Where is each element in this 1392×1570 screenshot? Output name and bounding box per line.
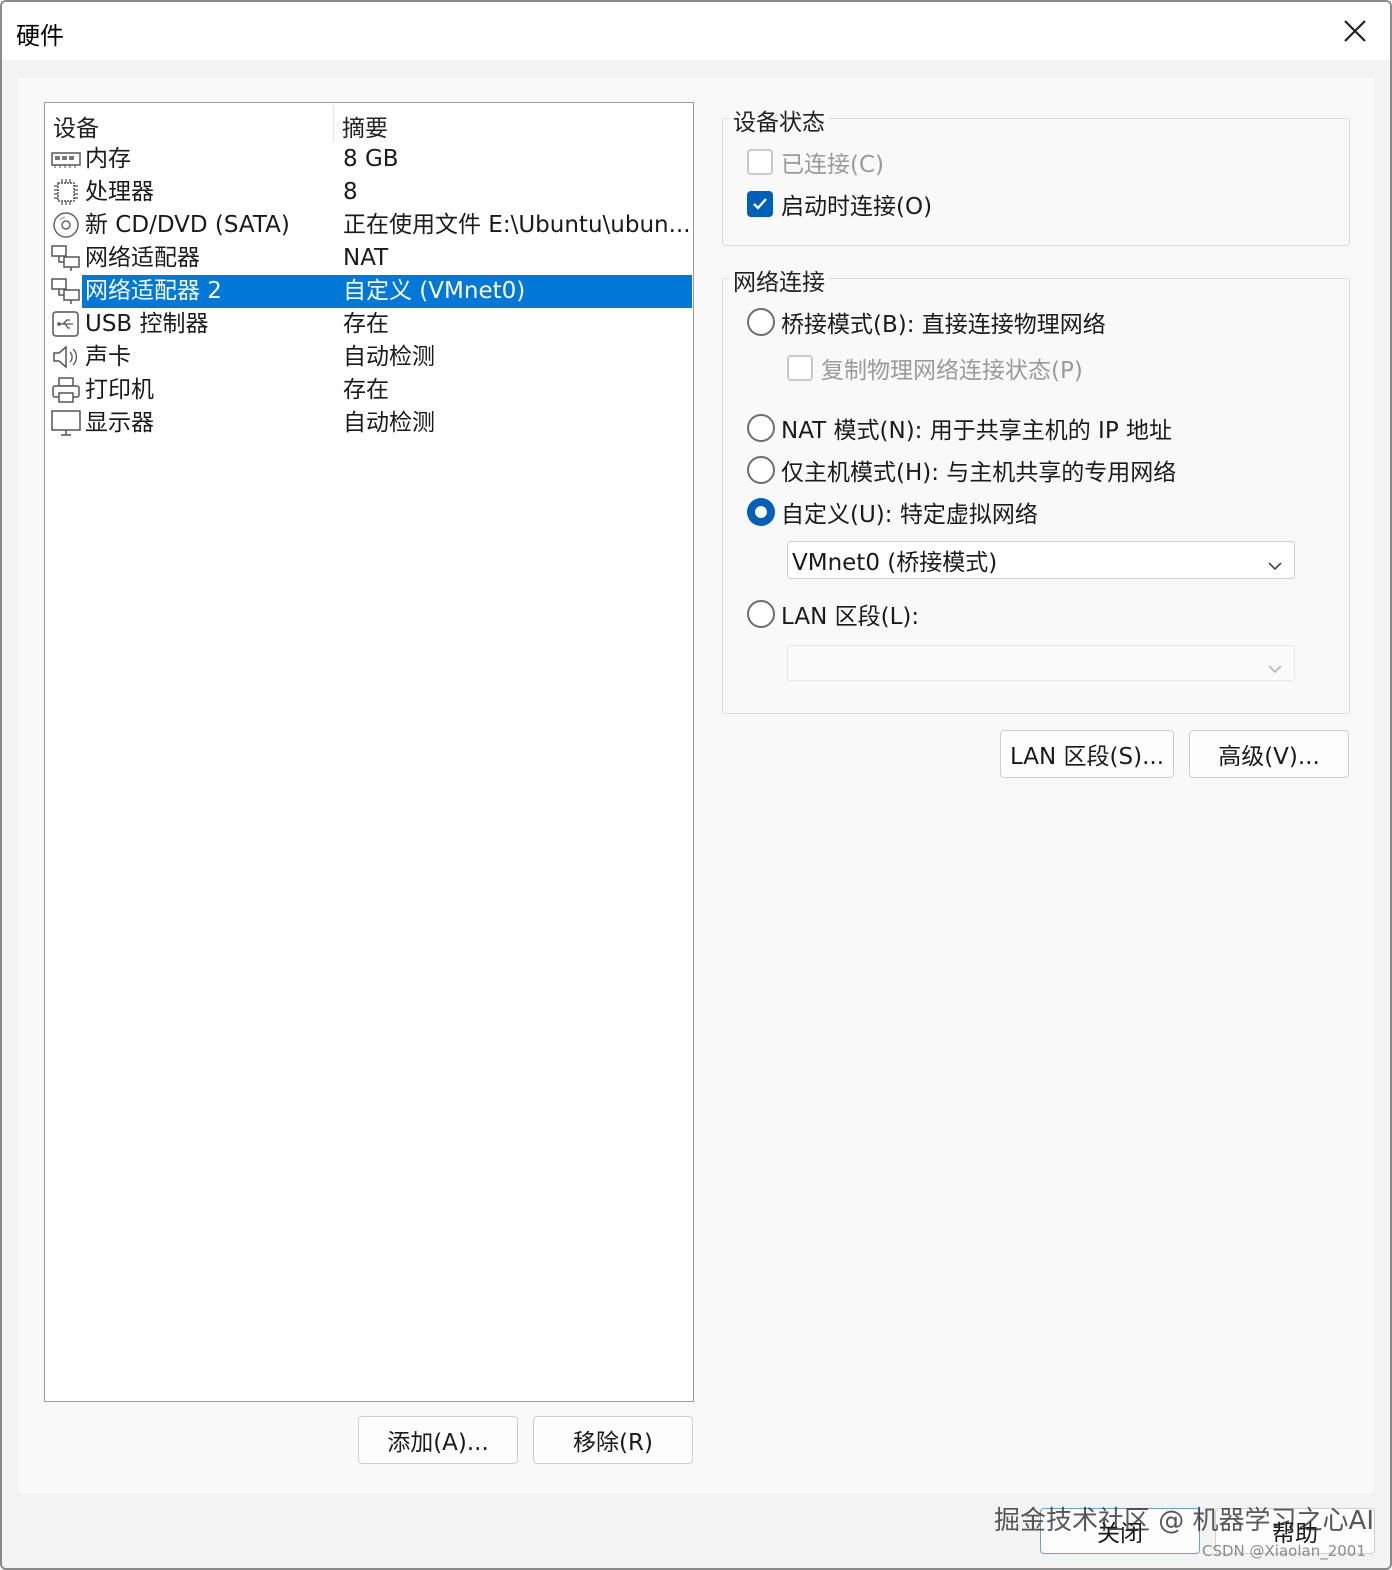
device-name: 内存 <box>85 146 131 172</box>
column-header-device[interactable]: 设备 <box>53 109 99 143</box>
remove-button[interactable]: 移除(R) <box>533 1416 693 1464</box>
connect-on-start-checkbox[interactable]: 启动时连接(O) <box>747 187 932 221</box>
connect-on-start-label: 启动时连接(O) <box>781 194 933 220</box>
connected-label: 已连接(C) <box>781 152 885 178</box>
advanced-button[interactable]: 高级(V)... <box>1189 730 1349 778</box>
connected-checkbox[interactable]: 已连接(C) <box>747 145 884 179</box>
device-summary: 自动检测 <box>343 344 435 370</box>
monitor-icon <box>51 409 81 437</box>
device-summary: 8 GB <box>343 146 399 172</box>
device-row-display[interactable]: 显示器 自动检测 <box>45 407 693 440</box>
cd-dvd-icon <box>51 211 81 239</box>
device-row-processor[interactable]: 处理器 8 <box>45 176 693 209</box>
device-name: USB 控制器 <box>85 311 209 337</box>
device-name: 声卡 <box>85 344 131 370</box>
device-row-memory[interactable]: 内存 8 GB <box>45 143 693 176</box>
device-row-cd-dvd[interactable]: 新 CD/DVD (SATA) 正在使用文件 E:\Ubuntu\ubun... <box>45 209 693 242</box>
checkbox-box <box>787 355 813 381</box>
device-name: 处理器 <box>85 179 154 205</box>
device-status-group: 设备状态 已连接(C) 启动时连接(O) <box>722 103 1350 246</box>
window-title: 硬件 <box>16 22 64 50</box>
column-divider[interactable] <box>333 105 334 141</box>
device-summary: 存在 <box>343 377 389 403</box>
device-summary: 正在使用文件 E:\Ubuntu\ubun... <box>343 212 691 238</box>
nat-radio[interactable]: NAT 模式(N): 用于共享主机的 IP 地址 <box>747 411 1172 445</box>
device-summary: NAT <box>343 245 389 271</box>
custom-label: 自定义(U): 特定虚拟网络 <box>781 502 1038 528</box>
network-adapter-icon <box>51 244 81 272</box>
radio-circle <box>747 414 775 442</box>
lan-segments-button[interactable]: LAN 区段(S)... <box>1000 730 1174 778</box>
custom-network-value: VMnet0 (桥接模式) <box>792 550 998 576</box>
lan-segment-select[interactable] <box>787 645 1295 681</box>
device-name: 网络适配器 <box>85 245 200 271</box>
replicate-state-checkbox[interactable]: 复制物理网络连接状态(P) <box>787 351 1083 385</box>
memory-icon <box>51 145 81 173</box>
device-name: 显示器 <box>85 410 154 436</box>
bridged-label: 桥接模式(B): 直接连接物理网络 <box>781 312 1106 338</box>
hardware-dialog: 硬件 设备 摘要 内存 8 GB 处理器 8 新 CD/DVD (SATA) 正… <box>0 0 1392 1570</box>
network-connection-title: 网络连接 <box>729 263 829 297</box>
close-icon[interactable] <box>1334 10 1376 52</box>
host-only-label: 仅主机模式(H): 与主机共享的专用网络 <box>781 460 1177 486</box>
network-adapter-icon <box>51 277 81 305</box>
device-row-sound-card[interactable]: 声卡 自动检测 <box>45 341 693 374</box>
device-name: 打印机 <box>85 377 154 403</box>
radio-circle <box>747 600 775 628</box>
device-summary: 自定义 (VMnet0) <box>343 278 526 304</box>
radio-circle <box>747 308 775 336</box>
nat-label: NAT 模式(N): 用于共享主机的 IP 地址 <box>781 418 1172 444</box>
speaker-icon <box>51 343 81 371</box>
network-connection-group: 网络连接 桥接模式(B): 直接连接物理网络 复制物理网络连接状态(P) NAT… <box>722 263 1350 714</box>
device-row-network-adapter[interactable]: 网络适配器 NAT <box>45 242 693 275</box>
checkbox-box <box>747 149 773 175</box>
device-list[interactable]: 设备 摘要 内存 8 GB 处理器 8 新 CD/DVD (SATA) 正在使用… <box>44 102 694 1402</box>
host-only-radio[interactable]: 仅主机模式(H): 与主机共享的专用网络 <box>747 453 1176 487</box>
custom-radio[interactable]: 自定义(U): 特定虚拟网络 <box>747 495 1038 529</box>
processor-icon <box>51 178 81 206</box>
device-summary: 存在 <box>343 311 389 337</box>
add-button[interactable]: 添加(A)... <box>358 1416 518 1464</box>
custom-network-select[interactable]: VMnet0 (桥接模式) <box>787 541 1295 579</box>
device-name: 新 CD/DVD (SATA) <box>85 212 290 238</box>
replicate-state-label: 复制物理网络连接状态(P) <box>821 358 1083 384</box>
check-icon <box>747 191 773 217</box>
device-row-usb-controller[interactable]: USB 控制器 存在 <box>45 308 693 341</box>
column-header-summary[interactable]: 摘要 <box>342 109 388 143</box>
watermark: 掘金技术社区 @ 机器学习之心AI <box>994 1506 1374 1536</box>
device-summary: 8 <box>343 179 358 205</box>
watermark-sub: CSDN @Xiaolan_2001 <box>1202 1542 1366 1560</box>
title-bar: 硬件 <box>2 2 1390 60</box>
device-row-network-adapter-2[interactable]: 网络适配器 2 自定义 (VMnet0) <box>45 275 693 308</box>
chevron-down-icon <box>1268 656 1282 682</box>
device-summary: 自动检测 <box>343 410 435 436</box>
lan-segment-label: LAN 区段(L): <box>781 604 920 630</box>
bridged-radio[interactable]: 桥接模式(B): 直接连接物理网络 <box>747 305 1106 339</box>
device-row-printer[interactable]: 打印机 存在 <box>45 374 693 407</box>
radio-circle <box>747 456 775 484</box>
chevron-down-icon <box>1268 553 1282 579</box>
lan-segment-radio[interactable]: LAN 区段(L): <box>747 597 919 631</box>
device-name: 网络适配器 2 <box>85 278 222 304</box>
printer-icon <box>51 376 81 404</box>
usb-icon <box>51 310 81 338</box>
device-status-title: 设备状态 <box>729 103 829 137</box>
radio-selected <box>747 498 775 526</box>
